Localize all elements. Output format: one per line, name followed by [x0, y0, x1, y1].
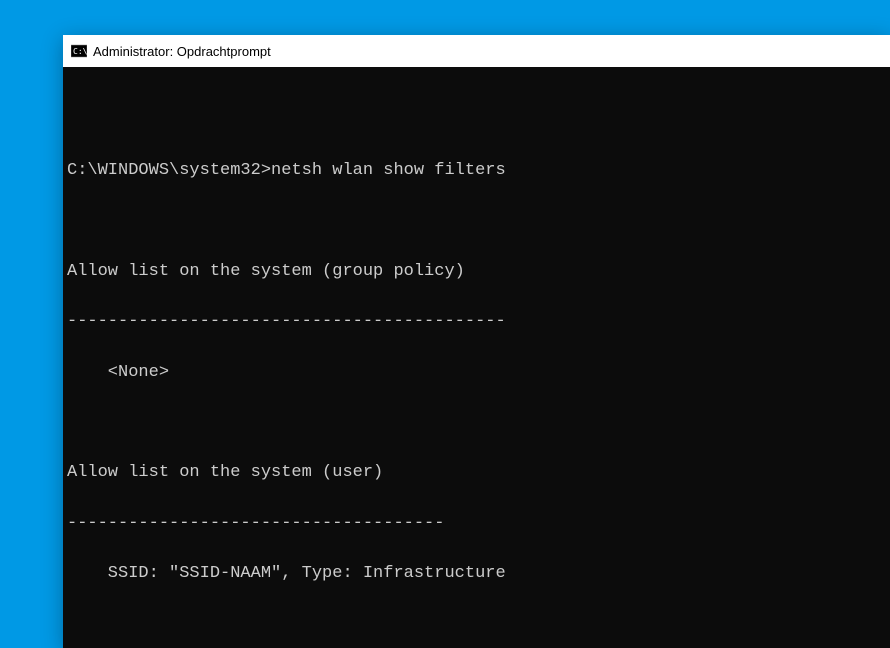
window-title: Administrator: Opdrachtprompt [93, 44, 271, 59]
prompt: C:\WINDOWS\system32> [67, 161, 271, 180]
section-header: Allow list on the system (user) [67, 460, 886, 485]
svg-text:C:\: C:\ [73, 47, 87, 56]
command-prompt-window: C:\ Administrator: Opdrachtprompt C:\WIN… [63, 35, 890, 648]
titlebar[interactable]: C:\ Administrator: Opdrachtprompt [63, 35, 890, 67]
command: netsh wlan show filters [271, 161, 506, 180]
section-header: Allow list on the system (group policy) [67, 259, 886, 284]
section-content: SSID: "SSID-NAAM", Type: Infrastructure [67, 561, 886, 586]
command-prompt-icon: C:\ [71, 43, 87, 59]
prompt-line: C:\WINDOWS\system32>netsh wlan show filt… [67, 158, 886, 183]
section-content: <None> [67, 360, 886, 385]
terminal-output[interactable]: C:\WINDOWS\system32>netsh wlan show filt… [63, 67, 890, 648]
section-divider: ----------------------------------------… [67, 309, 886, 334]
section-divider: ------------------------------------- [67, 511, 886, 536]
